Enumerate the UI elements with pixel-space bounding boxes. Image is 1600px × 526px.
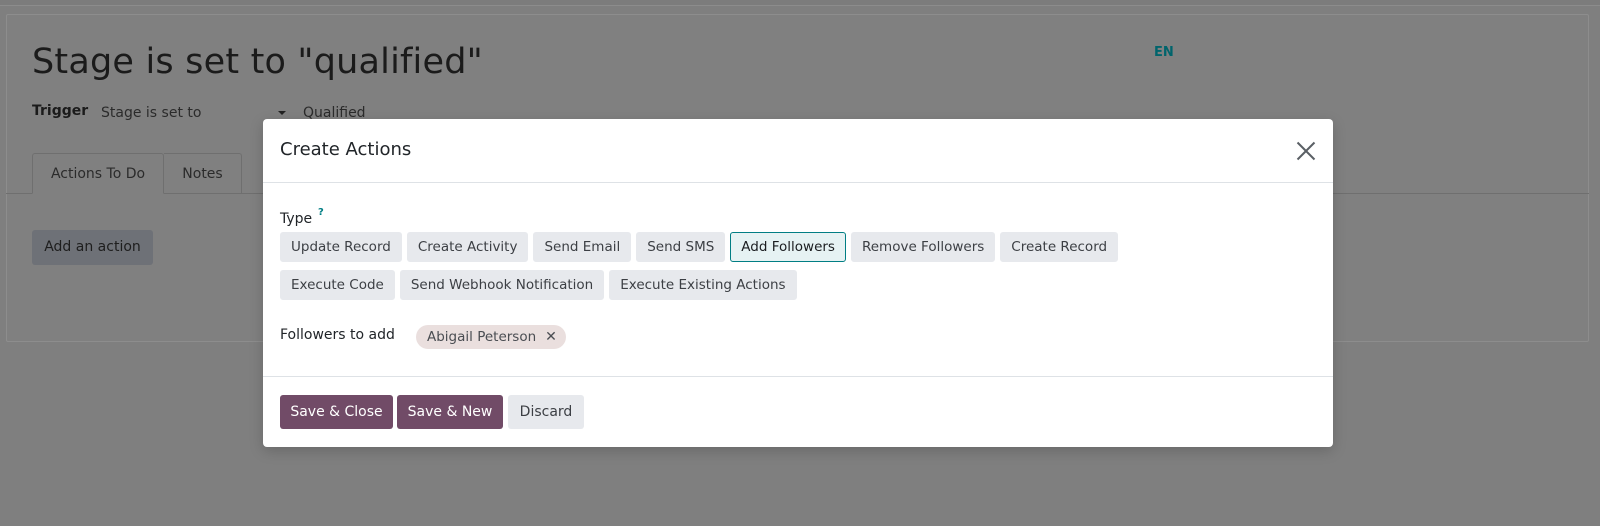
save-new-button[interactable]: Save & New — [397, 395, 503, 429]
discard-button[interactable]: Discard — [508, 395, 584, 429]
type-create-record[interactable]: Create Record — [1000, 232, 1119, 262]
type-execute-existing-actions[interactable]: Execute Existing Actions — [609, 270, 797, 300]
language-indicator[interactable]: EN — [1154, 45, 1174, 60]
type-send-webhook-notification[interactable]: Send Webhook Notification — [399, 270, 605, 300]
help-icon[interactable]: ? — [318, 207, 324, 218]
tab-actions-to-do[interactable]: Actions To Do — [32, 153, 164, 194]
dialog-title: Create Actions — [280, 139, 412, 160]
dialog-header: Create Actions — [263, 119, 1333, 183]
follower-tag-label: Abigail Peterson — [427, 329, 537, 345]
type-label: Type — [280, 211, 313, 227]
follower-tag[interactable]: Abigail Peterson ✕ — [416, 325, 566, 349]
trigger-select[interactable]: Stage is set to — [101, 105, 201, 121]
create-actions-dialog: Create Actions Type ? Update Record Crea… — [263, 119, 1333, 447]
type-execute-code[interactable]: Execute Code — [280, 270, 395, 300]
type-send-sms[interactable]: Send SMS — [636, 232, 726, 262]
record-title: Stage is set to "qualified" — [32, 42, 483, 82]
save-close-button[interactable]: Save & Close — [280, 395, 393, 429]
type-remove-followers[interactable]: Remove Followers — [850, 232, 996, 262]
type-add-followers[interactable]: Add Followers — [730, 232, 846, 262]
close-icon[interactable] — [1295, 140, 1317, 162]
type-update-record[interactable]: Update Record — [280, 232, 402, 262]
trigger-label: Trigger — [32, 103, 89, 119]
followers-label: Followers to add — [280, 327, 395, 343]
type-selector: Update Record Create Activity Send Email… — [280, 232, 1230, 300]
top-bar — [0, 0, 1600, 6]
chevron-down-icon — [278, 111, 286, 115]
dialog-footer: Save & Close Save & New Discard — [263, 377, 1333, 447]
dialog-body: Type ? Update Record Create Activity Sen… — [263, 183, 1333, 377]
remove-tag-icon[interactable]: ✕ — [545, 330, 557, 344]
add-action-button[interactable]: Add an action — [32, 230, 153, 265]
type-send-email[interactable]: Send Email — [533, 232, 632, 262]
type-create-activity[interactable]: Create Activity — [406, 232, 529, 262]
tab-notes[interactable]: Notes — [164, 153, 242, 194]
